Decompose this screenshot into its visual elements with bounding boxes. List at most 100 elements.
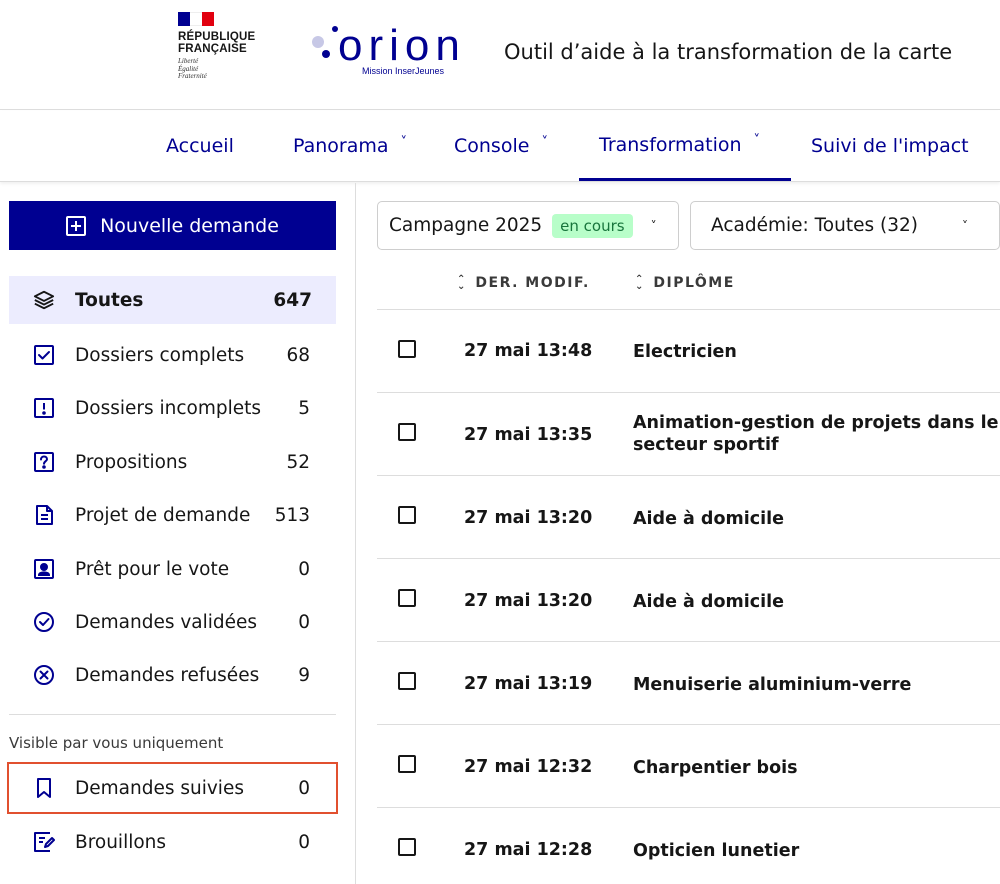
layers-icon [33,289,55,311]
row-diplome: Electricien [633,342,737,362]
sidebar-item-label: Propositions [75,451,188,473]
chevron-down-icon: ˅ [541,134,548,150]
orion-subtitle: Mission InserJeunes [362,66,445,76]
bookmark-icon [33,777,55,799]
row-checkbox[interactable] [398,423,416,441]
table-row[interactable]: 27 mai 13:19 Menuiserie aluminium-verre [377,642,1000,725]
orion-wordmark: orion [338,21,466,70]
column-header-label: DIPLÔME [653,275,735,291]
visible-note: Visible par vous uniquement [9,734,224,752]
status-badge: en cours [552,213,633,238]
table-row[interactable]: 27 mai 12:28 Opticien lunetier [377,808,1000,884]
republique-francaise-logo[interactable]: RÉPUBLIQUE FRANÇAISE Liberté Égalité Fra… [178,12,278,81]
nav-item-accueil[interactable]: Accueil [166,111,234,181]
row-date: 27 mai 12:28 [464,840,593,860]
column-header-date[interactable]: ⌃ ⌄ DER. MODIF. [457,274,590,292]
sidebar-item-count: 9 [298,664,310,686]
sidebar-item-label: Demandes suivies [75,777,244,799]
sidebar-item-demandes-suivies[interactable]: Demandes suivies 0 [7,762,338,814]
sidebar-item-count: 52 [286,451,310,473]
sidebar-item-brouillons[interactable]: Brouillons 0 [9,818,336,866]
nav-item-label: Suivi de l'impact [811,135,969,157]
column-header-diplome[interactable]: ⌃ ⌄ DIPLÔME [635,274,735,292]
sidebar-item-label: Brouillons [75,831,167,853]
table-row[interactable]: 27 mai 13:20 Aide à domicile [377,476,1000,559]
row-diplome: Opticien lunetier [633,841,800,861]
row-date: 27 mai 13:19 [464,674,593,694]
new-request-button[interactable]: Nouvelle demande [9,201,336,250]
row-date: 27 mai 13:20 [464,591,593,611]
row-diplome: Charpentier bois [633,758,798,778]
republique-motto: Liberté Égalité Fraternité [178,57,207,80]
french-flag-icon [178,12,214,26]
main-content: Campagne 2025 en cours ˅ Académie: Toute… [357,183,1000,884]
alert-icon [33,397,55,419]
campaign-select[interactable]: Campagne 2025 en cours ˅ [377,201,679,250]
sidebar-item-demandes-refusees[interactable]: Demandes refusées 9 [9,651,336,699]
column-header-label: DER. MODIF. [475,275,590,291]
sidebar-item-demandes-validees[interactable]: Demandes validées 0 [9,598,336,646]
sidebar-item-label: Demandes validées [75,611,258,633]
app-title: Outil d’aide à la transformation de la c… [504,40,953,64]
close-circle-icon [33,664,55,686]
nav-item-console[interactable]: Console ˅ [454,111,548,181]
main-nav: Accueil Panorama ˅ Console ˅ Transformat… [0,111,1000,182]
row-checkbox[interactable] [398,340,416,358]
sidebar-item-label: Prêt pour le vote [75,558,230,580]
row-diplome: Aide à domicile [633,509,784,529]
nav-item-label: Console [454,135,530,157]
row-diplome: Aide à domicile [633,592,784,612]
row-checkbox[interactable] [398,838,416,856]
sort-icon: ⌃ ⌄ [457,274,466,292]
sidebar-item-count: 0 [298,777,310,799]
sidebar-item-count: 0 [298,831,310,853]
row-checkbox[interactable] [398,755,416,773]
chevron-down-icon: ˅ [753,133,761,148]
row-checkbox[interactable] [398,589,416,607]
sidebar-item-dossiers-incomplets[interactable]: Dossiers incomplets 5 [9,384,336,432]
sidebar-item-label: Dossiers complets [75,344,245,366]
row-date: 27 mai 13:48 [464,341,593,361]
sidebar-item-count: 5 [298,397,310,419]
nav-item-label: Transformation [599,133,742,156]
sidebar-item-dossiers-complets[interactable]: Dossiers complets 68 [9,331,336,379]
chevron-down-icon: ˅ [650,218,657,233]
nav-item-label: Panorama [293,135,389,157]
sidebar-item-count: 0 [298,558,310,580]
chevron-down-icon: ˅ [400,134,408,150]
row-date: 27 mai 13:20 [464,508,593,528]
sidebar-item-count: 68 [286,344,310,366]
sidebar-item-count: 0 [298,611,310,633]
row-diplome: Animation-gestion de projets dans le sec… [633,413,999,455]
add-file-icon [66,215,87,236]
sidebar-item-label: Projet de demande [75,504,251,526]
table-row[interactable]: 27 mai 13:35 Animation-gestion de projet… [377,393,1000,476]
nav-item-label: Accueil [166,135,234,157]
sidebar-item-toutes[interactable]: Toutes 647 [9,276,336,324]
nav-item-suivi-impact[interactable]: Suivi de l'impact [811,111,969,181]
sidebar-item-count: 647 [273,289,312,311]
sidebar-item-projet-demande[interactable]: Projet de demande 513 [9,491,336,539]
nav-item-transformation[interactable]: Transformation ˅ [579,111,791,181]
new-request-label: Nouvelle demande [100,214,279,237]
nav-item-panorama[interactable]: Panorama ˅ [293,111,407,181]
sort-icon: ⌃ ⌄ [635,274,644,292]
row-date: 27 mai 13:35 [464,425,593,445]
table-row[interactable]: 27 mai 13:48 Electricien [377,310,1000,393]
sidebar-item-propositions[interactable]: Propositions 52 [9,438,336,486]
sidebar-item-pret-vote[interactable]: Prêt pour le vote 0 [9,545,336,593]
table-row[interactable]: 27 mai 13:20 Aide à domicile [377,559,1000,642]
table-row[interactable]: 27 mai 12:32 Charpentier bois [377,725,1000,808]
sidebar-item-label: Dossiers incomplets [75,397,262,419]
check-circle-icon [33,611,55,633]
row-checkbox[interactable] [398,672,416,690]
row-date: 27 mai 12:32 [464,757,593,777]
sidebar-item-label: Demandes refusées [75,664,260,686]
sidebar-item-label: Toutes [75,289,144,311]
checkbox-icon [33,344,55,366]
site-header: RÉPUBLIQUE FRANÇAISE Liberté Égalité Fra… [0,0,1000,110]
orion-logo[interactable]: orion Mission InserJeunes [310,20,480,90]
row-checkbox[interactable] [398,506,416,524]
academie-select[interactable]: Académie: Toutes (32) ˅ [690,201,1000,250]
row-diplome: Menuiserie aluminium-verre [633,675,912,695]
